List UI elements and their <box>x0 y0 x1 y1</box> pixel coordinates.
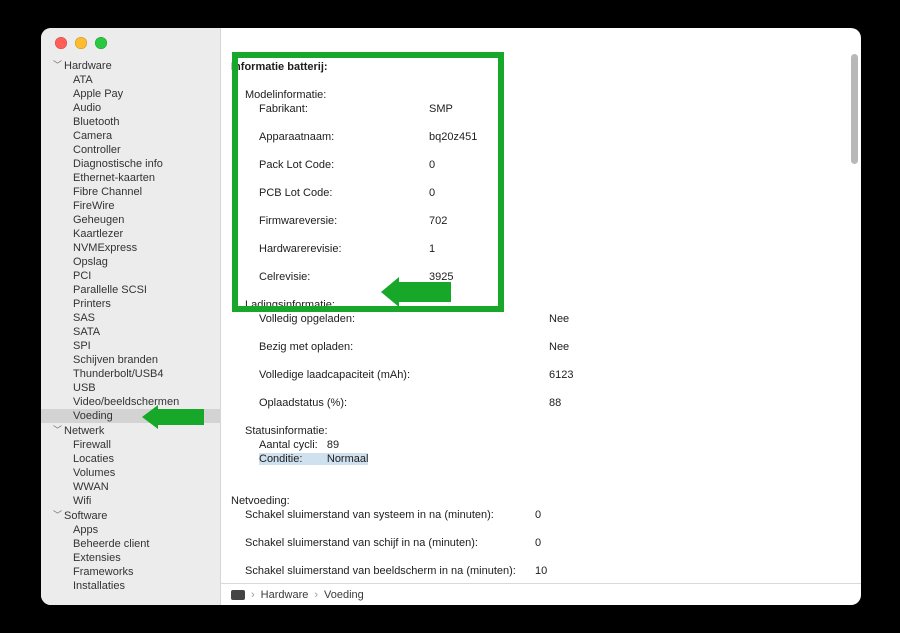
sidebar-item-voeding[interactable]: Voeding <box>41 409 220 423</box>
sidebar-item-video-beeldschermen[interactable]: Video/beeldschermen <box>41 395 220 409</box>
subsection: Modelinformatie: <box>231 89 326 101</box>
chevron-down-icon: ﹀ <box>53 423 62 436</box>
sidebar-item-locaties[interactable]: Locaties <box>41 452 220 466</box>
sidebar-category-label: Hardware <box>64 60 112 72</box>
sidebar-item-nvmexpress[interactable]: NVMExpress <box>41 241 220 255</box>
subsection: Netvoeding: <box>231 495 290 507</box>
sidebar-category-software[interactable]: ﹀ Software <box>41 508 220 523</box>
sidebar-item-extensies[interactable]: Extensies <box>41 551 220 565</box>
sidebar: ﹀ Hardware ATAApple PayAudioBluetoothCam… <box>41 28 221 605</box>
sidebar-category-label: Netwerk <box>64 425 104 437</box>
sidebar-item-volumes[interactable]: Volumes <box>41 466 220 480</box>
sidebar-item-apple-pay[interactable]: Apple Pay <box>41 87 220 101</box>
chevron-right-icon: › <box>314 589 318 601</box>
sidebar-item-usb[interactable]: USB <box>41 381 220 395</box>
sidebar-item-beheerde-client[interactable]: Beheerde client <box>41 537 220 551</box>
chevron-down-icon: ﹀ <box>53 508 62 521</box>
sidebar-item-pci[interactable]: PCI <box>41 269 220 283</box>
content-pane: Informatie batterij: Modelinformatie: Fa… <box>221 28 861 605</box>
breadcrumb-item[interactable]: Hardware <box>261 589 309 601</box>
sidebar-item-parallelle-scsi[interactable]: Parallelle SCSI <box>41 283 220 297</box>
sidebar-item-ata[interactable]: ATA <box>41 73 220 87</box>
minimize-icon[interactable] <box>75 37 87 49</box>
sidebar-item-geheugen[interactable]: Geheugen <box>41 213 220 227</box>
sidebar-item-diagnostische-info[interactable]: Diagnostische info <box>41 157 220 171</box>
scrollbar-thumb[interactable] <box>851 54 858 164</box>
sidebar-item-printers[interactable]: Printers <box>41 297 220 311</box>
sidebar-item-camera[interactable]: Camera <box>41 129 220 143</box>
sidebar-item-spi[interactable]: SPI <box>41 339 220 353</box>
sidebar-item-wwan[interactable]: WWAN <box>41 480 220 494</box>
sidebar-category-network[interactable]: ﹀ Netwerk <box>41 423 220 438</box>
subsection: Statusinformatie: <box>231 425 328 437</box>
breadcrumb: › Hardware › Voeding <box>221 583 861 605</box>
chevron-right-icon: › <box>251 589 255 601</box>
system-info-window: ﹀ Hardware ATAApple PayAudioBluetoothCam… <box>41 28 861 605</box>
sidebar-item-apps[interactable]: Apps <box>41 523 220 537</box>
sidebar-item-sata[interactable]: SATA <box>41 325 220 339</box>
sidebar-item-sas[interactable]: SAS <box>41 311 220 325</box>
sidebar-item-audio[interactable]: Audio <box>41 101 220 115</box>
sidebar-category-label: Software <box>64 510 107 522</box>
sidebar-item-kaartlezer[interactable]: Kaartlezer <box>41 227 220 241</box>
sidebar-item-firewire[interactable]: FireWire <box>41 199 220 213</box>
section-title: Informatie batterij: <box>231 61 328 73</box>
sidebar-item-opslag[interactable]: Opslag <box>41 255 220 269</box>
zoom-icon[interactable] <box>95 37 107 49</box>
sidebar-item-bluetooth[interactable]: Bluetooth <box>41 115 220 129</box>
subsection: Ladingsinformatie: <box>231 299 335 311</box>
breadcrumb-item[interactable]: Voeding <box>324 589 364 601</box>
sidebar-category-hardware[interactable]: ﹀ Hardware <box>41 58 220 73</box>
report-text[interactable]: Informatie batterij: Modelinformatie: Fa… <box>221 28 861 583</box>
close-icon[interactable] <box>55 37 67 49</box>
sidebar-item-schijven-branden[interactable]: Schijven branden <box>41 353 220 367</box>
chevron-down-icon: ﹀ <box>53 58 62 71</box>
sidebar-item-installaties[interactable]: Installaties <box>41 579 220 593</box>
sidebar-item-fibre-channel[interactable]: Fibre Channel <box>41 185 220 199</box>
sidebar-item-controller[interactable]: Controller <box>41 143 220 157</box>
sidebar-item-frameworks[interactable]: Frameworks <box>41 565 220 579</box>
sidebar-item-wifi[interactable]: Wifi <box>41 494 220 508</box>
window-controls <box>55 37 107 49</box>
sidebar-item-ethernet-kaarten[interactable]: Ethernet-kaarten <box>41 171 220 185</box>
selected-text: Conditie: Normaal <box>259 453 368 465</box>
sidebar-item-thunderbolt-usb4[interactable]: Thunderbolt/USB4 <box>41 367 220 381</box>
device-icon <box>231 590 245 600</box>
sidebar-item-firewall[interactable]: Firewall <box>41 438 220 452</box>
